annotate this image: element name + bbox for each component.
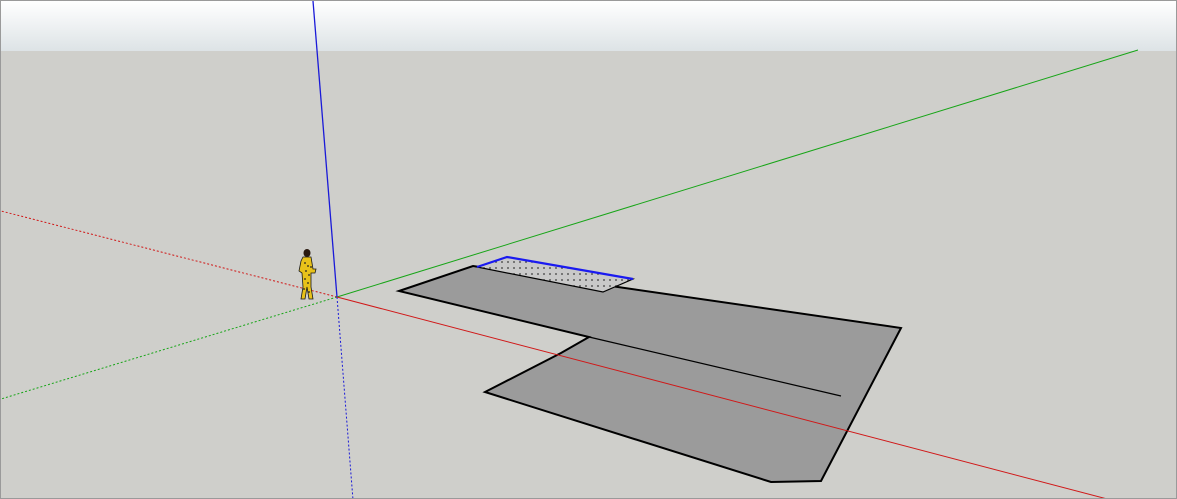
scene-canvas[interactable] [1,1,1177,499]
sky [1,1,1176,51]
modeling-viewport[interactable] [0,0,1177,499]
